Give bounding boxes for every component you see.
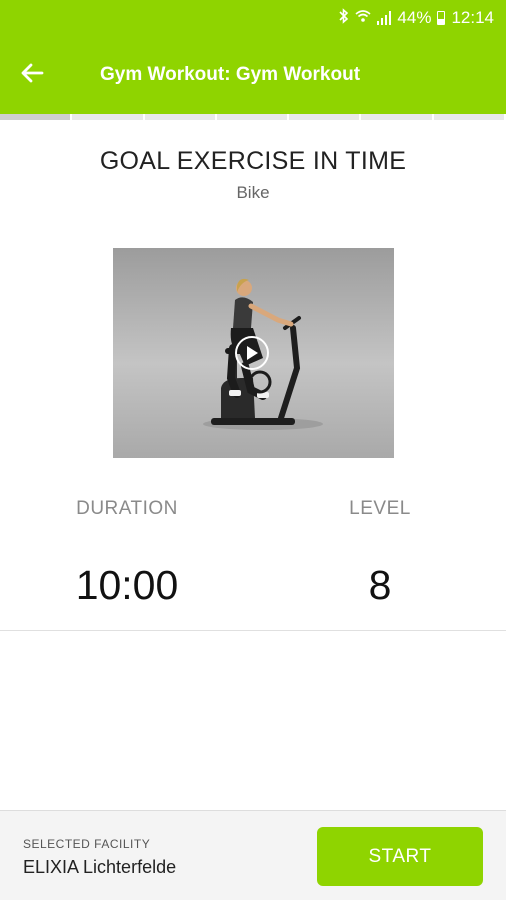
step-segment [433,114,506,120]
exercise-goal-title: GOAL EXERCISE IN TIME [99,147,407,175]
step-segment [216,114,290,120]
exercise-equipment: Bike [236,183,270,202]
exercise-video[interactable] [113,248,394,458]
level-label: LEVEL [349,498,411,519]
step-segment [144,114,217,120]
bluetooth-icon [339,8,349,28]
battery-icon [437,11,446,25]
start-button[interactable]: START [317,827,483,886]
step-segment [289,114,362,120]
divider [0,630,506,631]
signal-icon [377,11,392,25]
clock: 12:14 [451,8,494,27]
step-indicator [0,114,506,120]
duration-label: DURATION [76,498,178,519]
duration-value: 10:00 [75,562,179,608]
facility-name[interactable]: ELIXIA Lichterfelde [23,857,176,878]
play-icon[interactable] [235,336,269,370]
battery-percent: 44% [397,8,432,27]
back-button[interactable] [0,36,64,114]
arrow-left-icon [20,63,44,88]
step-segment-active [0,114,73,120]
page-title: Gym Workout: Gym Workout [100,64,361,85]
level-value: 8 [368,562,392,608]
app-bar: Gym Workout: Gym Workout [0,36,506,114]
status-bar: 44% 12:14 [0,0,506,36]
footer-bar: SELECTED FACILITY ELIXIA Lichterfelde ST… [0,810,506,900]
step-segment [72,114,145,120]
facility-label: SELECTED FACILITY [23,837,151,851]
step-segment [361,114,434,120]
wifi-icon [355,9,371,27]
